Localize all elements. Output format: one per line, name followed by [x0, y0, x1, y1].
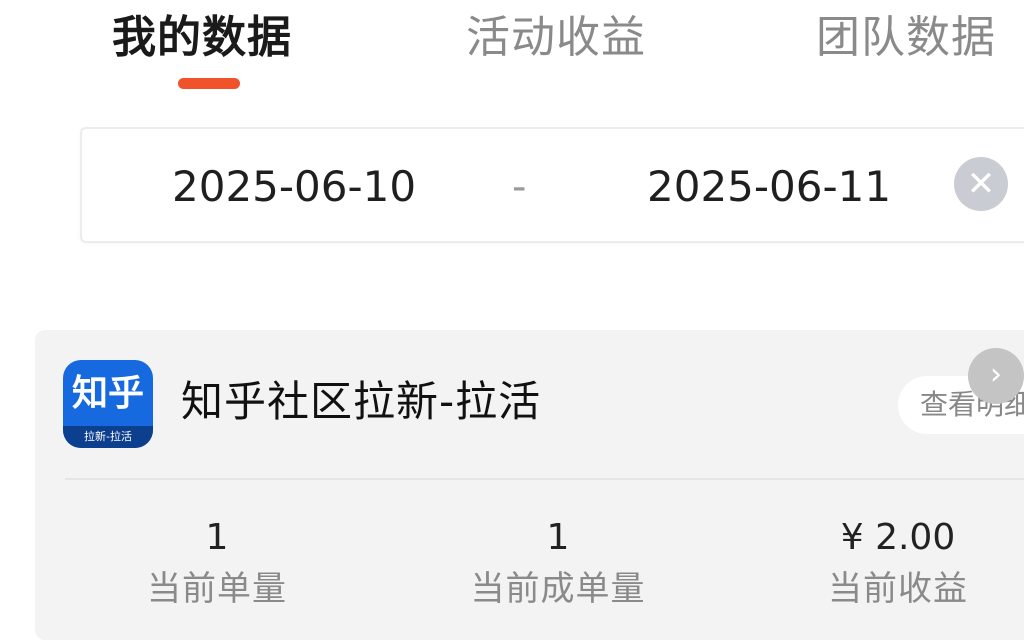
app-icon-text: 知乎	[71, 373, 144, 414]
active-tab-indicator	[178, 78, 240, 89]
zhihu-app-icon: 知乎 拉新-拉活	[63, 360, 153, 448]
current-orders-label: 当前单量	[147, 569, 287, 609]
current-earnings-value: ¥ 2.00	[840, 517, 956, 558]
tab-bar: 我的数据 活动收益 团队数据	[0, 0, 1024, 100]
start-date-field[interactable]: 2025-06-10	[172, 163, 416, 211]
completed-orders-label: 当前成单量	[470, 569, 646, 609]
tab-activity-earnings[interactable]: 活动收益	[466, 8, 646, 68]
tab-team-data[interactable]: 团队数据	[816, 8, 996, 68]
end-date-field[interactable]: 2025-06-11	[647, 163, 891, 211]
date-separator: -	[512, 164, 527, 210]
completed-orders-value: 1	[546, 517, 570, 558]
date-range-picker[interactable]: 2025-06-10 - 2025-06-11 ✕	[80, 127, 1024, 243]
close-circle-icon[interactable]: ✕	[954, 157, 1008, 211]
current-orders-value: 1	[205, 517, 229, 558]
tab-my-data[interactable]: 我的数据	[112, 8, 292, 68]
activity-card: 知乎 拉新-拉活 知乎社区拉新-拉活 查看明细 1 当前单量 1 当前成单量 ¥…	[35, 330, 1024, 640]
app-icon-subtext: 拉新-拉活	[63, 426, 153, 448]
current-earnings-label: 当前收益	[828, 569, 968, 609]
activity-title: 知乎社区拉新-拉活	[181, 377, 542, 426]
card-divider	[65, 478, 1024, 480]
chevron-right-icon[interactable]: ›	[968, 348, 1024, 404]
